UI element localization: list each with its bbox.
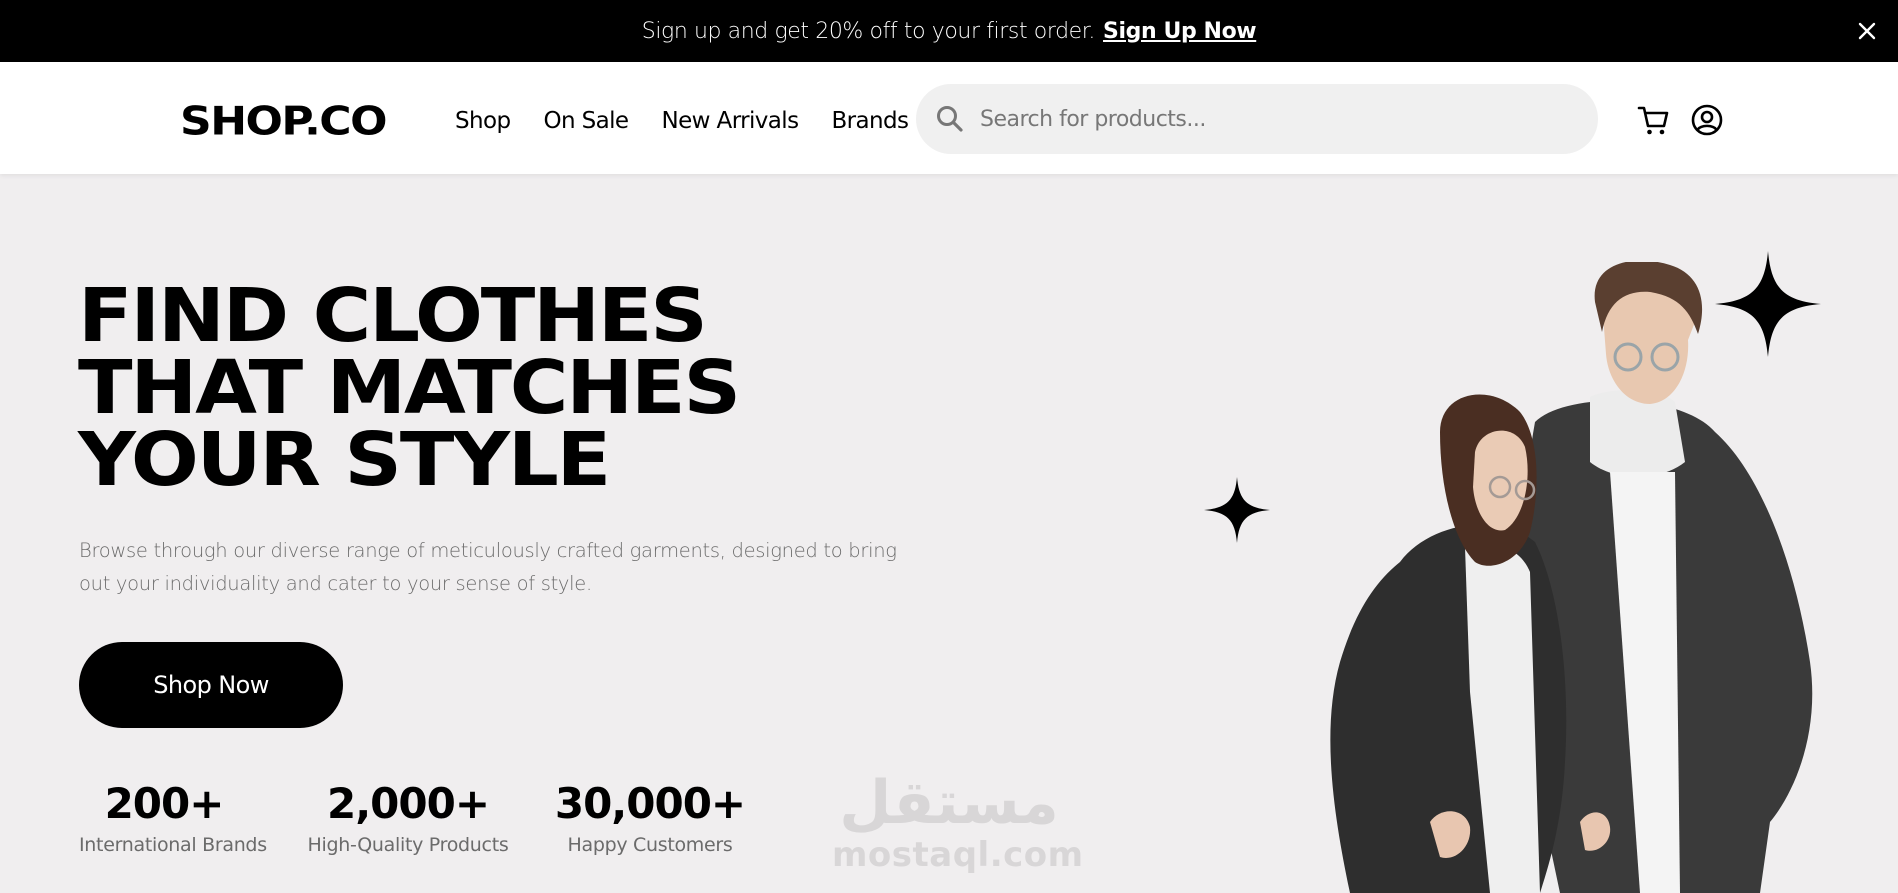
- search-input[interactable]: [980, 106, 1560, 132]
- stat-value: 2,000+: [326, 779, 490, 828]
- sign-up-link[interactable]: Sign Up Now: [1103, 19, 1257, 44]
- stat-label: High-Quality Products: [307, 834, 509, 856]
- nav-item-brands[interactable]: Brands: [831, 108, 908, 134]
- stat-label: International Brands: [79, 834, 267, 856]
- watermark-arabic: مستقل: [839, 768, 1059, 838]
- stat-products: 2,000+ High-Quality Products: [303, 778, 513, 856]
- stat-customers: 30,000+ Happy Customers: [550, 778, 750, 856]
- hero-title-line: FIND CLOTHES: [78, 273, 708, 359]
- nav-item-new-arrivals[interactable]: New Arrivals: [661, 108, 799, 134]
- main-nav: Shop On Sale New Arrivals Brands: [455, 108, 909, 134]
- stat-brands: 200+ International Brands: [79, 778, 267, 856]
- site-header: SHOP.CO Shop On Sale New Arrivals Brands: [0, 62, 1898, 174]
- hero-title-line: THAT MATCHES: [78, 345, 741, 431]
- close-icon[interactable]: [1852, 16, 1882, 46]
- cart-icon[interactable]: [1636, 102, 1672, 138]
- logo[interactable]: SHOP.CO: [180, 102, 388, 142]
- shop-now-button[interactable]: Shop Now: [79, 642, 343, 728]
- watermark-latin: mostaql.com: [832, 835, 1084, 875]
- search-bar[interactable]: [916, 84, 1598, 154]
- hero-photo: [1330, 262, 1813, 893]
- hero-title-line: YOUR STYLE: [78, 417, 611, 503]
- stat-label: Happy Customers: [567, 834, 733, 856]
- hero-description: Browse through our diverse range of meti…: [79, 539, 897, 595]
- nav-item-on-sale[interactable]: On Sale: [543, 108, 629, 134]
- search-icon: [937, 106, 963, 132]
- nav-item-shop[interactable]: Shop: [455, 108, 511, 134]
- stat-value: 30,000+: [554, 779, 746, 828]
- stat-value: 200+: [104, 779, 225, 828]
- announcement-bar: Sign up and get 20% off to your first or…: [0, 0, 1898, 62]
- hero-title: FIND CLOTHES THAT MATCHES YOUR STYLE: [78, 273, 741, 503]
- watermark: مستقل mostaql.com: [832, 768, 1084, 875]
- user-circle-icon[interactable]: [1689, 102, 1725, 138]
- sparkle-icon: [1204, 477, 1270, 543]
- announcement-message: Sign up and get 20% off to your first or…: [641, 18, 1096, 44]
